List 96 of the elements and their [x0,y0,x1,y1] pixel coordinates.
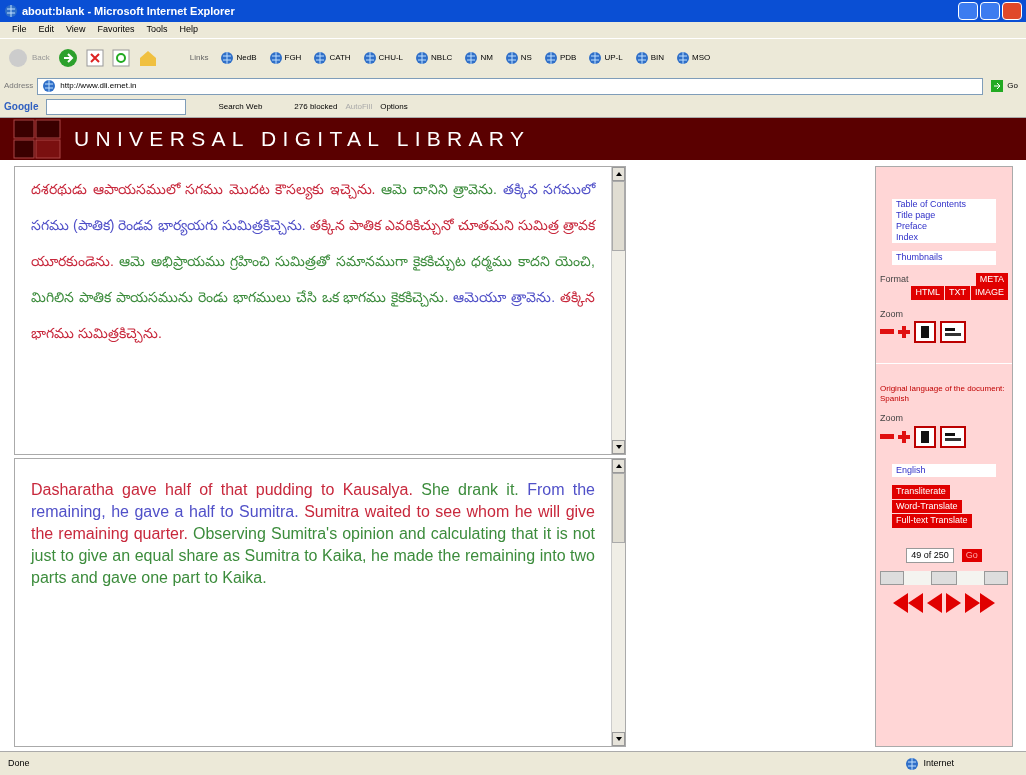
next-page-icon[interactable] [946,593,961,613]
page-icon[interactable] [914,425,936,448]
translate-button[interactable]: Word-Translate [892,499,962,513]
format-label: Format [880,272,909,286]
link-button[interactable]: BIN [634,50,664,65]
language-select[interactable]: English [892,463,996,477]
scrollbar[interactable] [611,459,625,746]
globe-icon [415,50,430,65]
menu-item[interactable]: Favorites [97,23,135,37]
last-page-icon[interactable] [965,593,995,613]
options-button[interactable]: Options [380,100,408,113]
translate-button[interactable]: Transliterate [892,485,950,499]
globe-icon [268,50,283,65]
format-button[interactable]: META [975,272,1008,286]
format-button[interactable]: IMAGE [971,286,1008,300]
window-title: about:blank - Microsoft Internet Explorer [22,3,235,19]
menu-item[interactable]: View [66,23,86,37]
globe-icon [362,50,377,65]
format-button[interactable]: TXT [945,286,970,300]
google-logo: Google [4,100,39,114]
link-button[interactable]: MSO [676,50,711,65]
go-button[interactable]: Go [987,80,1022,92]
forward-icon[interactable] [57,47,78,68]
contents-link[interactable]: Table of Contents [896,199,992,210]
stop-icon[interactable] [85,48,104,67]
page-icon[interactable] [914,321,936,343]
paragraph: దశరథుడు ఆపాయసములో సగము మొదట కౌసల్యకు ఇచ్చెను. ఆమె దానిని త్రావెను. తక్కిన సగములో సగము (పాతిక) రెండవ భార్యయగు సుమిత్రకిచ్చెను. తక్కిన పాతిక ఎవరికిచ్చునో చూతమని సుమిత్ర త్రావక యూరకుండెను. ఆమె అభిప్రాయము గ్రహించి సుమిత్రతో సమానముగా కైకకిచ్చుట ధర్మము కాదని యెంచి, మిగిలిన పాతిక పాయసమును రెండు భాగములు చేసి ఒక భాగము కైకకిచ్చెను. ఆమెయూ త్రావెను. తక్కిన భాగము సుమిత్రకిచ్చెను. [31,180,595,345]
menu-item[interactable]: Edit [38,23,55,37]
zoom-out-icon[interactable] [880,433,894,440]
scroll-thumb[interactable] [931,571,957,585]
globe-icon [634,50,649,65]
scroll-thumb[interactable] [612,181,625,251]
previous-page-icon[interactable] [927,593,942,613]
link-button[interactable]: UP-L [588,50,623,65]
globe-icon [313,50,328,65]
text-block-icon[interactable] [940,321,966,343]
link-button[interactable]: CHU-L [362,50,404,65]
page-scrollbar[interactable] [880,571,1008,585]
address-label: Address [4,80,34,92]
address-field[interactable]: http://www.dli.ernet.in [37,77,984,95]
close-button[interactable] [1002,2,1022,20]
maximize-button[interactable] [980,2,1000,20]
globe-icon [220,50,235,65]
scrollbar[interactable] [611,167,625,454]
scroll-right-button[interactable] [984,571,1008,585]
scroll-left-button[interactable] [880,571,904,585]
logo-icon [12,118,62,160]
scroll-up-icon[interactable] [615,172,622,176]
scroll-down-icon[interactable] [615,737,622,741]
zone-text: Internet [923,756,954,770]
status-text: Done [8,756,30,770]
thumbnails-link[interactable]: Thumbnails [892,251,996,265]
globe-icon [543,50,558,65]
popup-blocker-button[interactable]: 276 blocked [294,100,338,113]
globe-icon [676,50,690,65]
translate-button[interactable]: Full-text Translate [892,514,972,528]
link-button[interactable]: PDB [543,50,577,65]
menu-item[interactable]: Tools [146,23,168,37]
globe-icon [588,50,603,65]
zoom-label: Zoom [880,307,904,321]
zoom-in-icon[interactable] [898,326,910,338]
format-button[interactable]: HTML [911,286,944,300]
refresh-icon[interactable] [111,48,130,67]
zoom-out-icon[interactable] [880,329,894,335]
paragraph: Dasharatha gave half of that pudding to Kausalya. She drank it. From the remaining, he gave a half to Sumitra. Sumitra waited to see whom he will give the remaining quarter. Observing Sumitra's opinion and calculating that it is not just to give an equal share as Sumitra to Kaika, he made the remaining into two parts and gave one part to Kaika. [31,480,595,588]
zoom-label: Zoom [880,412,904,425]
link-button[interactable]: NedB [220,50,257,65]
links-label: Links [189,51,209,64]
link-button[interactable]: FGH [268,50,302,65]
link-button[interactable]: NS [504,50,532,65]
link-button[interactable]: CATH [313,50,351,65]
language-note: Original language of the document: Spanish [880,384,1006,404]
contents-link[interactable]: Title page [896,210,992,221]
globe-icon [42,79,57,93]
scroll-thumb[interactable] [612,473,625,543]
menu-item[interactable]: File [12,23,27,37]
zoom-in-icon[interactable] [898,430,910,443]
page-field[interactable]: 49 of 250 [906,547,954,563]
globe-icon [504,50,519,65]
link-button[interactable]: NM [464,50,493,65]
banner-title: UNIVERSAL DIGITAL LIBRARY [74,126,531,153]
scroll-up-icon[interactable] [615,464,622,468]
first-page-icon[interactable] [893,593,923,613]
contents-link[interactable]: Preface [896,221,992,232]
link-button[interactable]: NBLC [415,50,453,65]
globe-icon [464,50,479,65]
menu-item[interactable]: Help [179,23,198,37]
contents-link[interactable]: Index [896,232,992,243]
google-search-field[interactable] [46,98,187,115]
text-block-icon[interactable] [940,425,966,448]
search-web-button[interactable]: Search Web [218,100,263,113]
internet-zone-icon [905,756,920,771]
go-arrow-icon [991,80,1004,92]
scroll-down-icon[interactable] [615,445,622,449]
minimize-button[interactable] [958,2,978,20]
ie-icon [4,4,18,18]
